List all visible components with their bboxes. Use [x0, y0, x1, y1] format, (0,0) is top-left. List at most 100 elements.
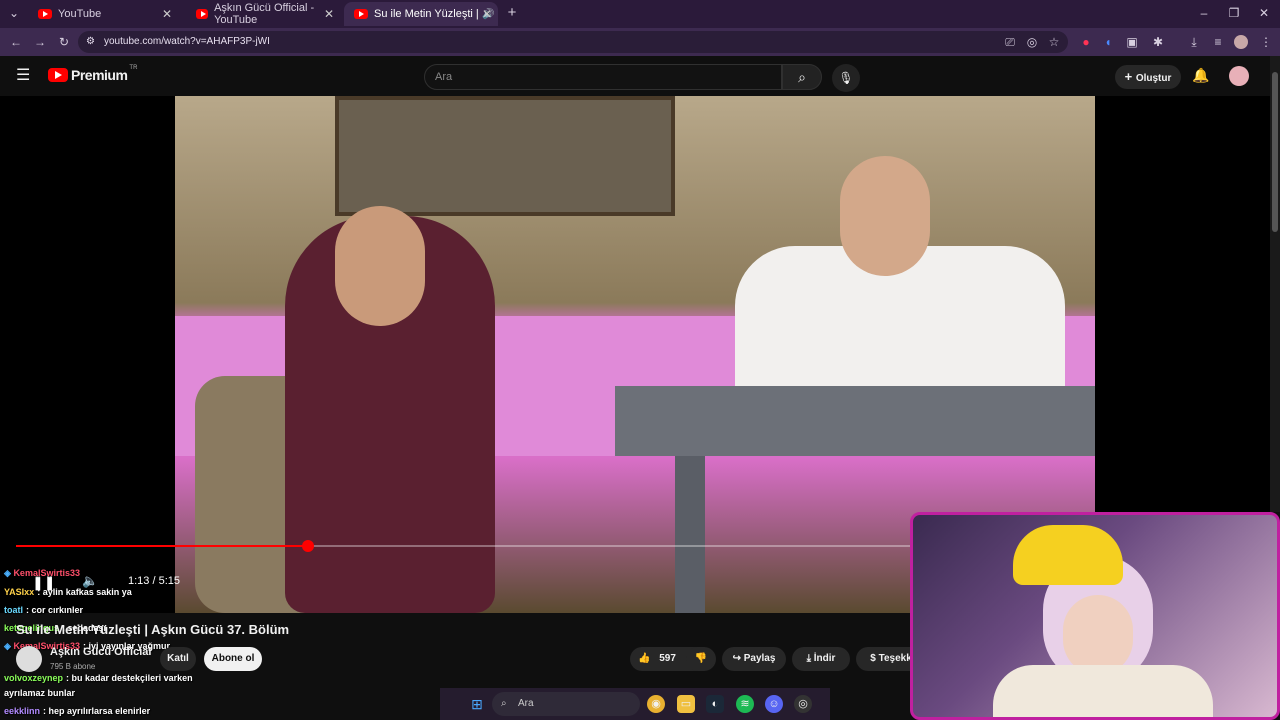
chat-username: toatl	[4, 605, 23, 615]
chat-message: toatl: cor cırkınler	[4, 605, 83, 615]
tab-label: Aşkın Gücü Official - YouTube	[214, 2, 315, 26]
chat-text: : aylin kafkas sakin ya	[37, 587, 132, 597]
obs-icon[interactable]: ◎	[794, 695, 812, 713]
menu-kebab-icon[interactable]: ⋮	[1258, 34, 1274, 50]
file-explorer-icon[interactable]: ▭	[677, 695, 695, 713]
chat-message: ayrılamaz bunlar	[4, 688, 75, 698]
webcam-person-body	[993, 665, 1213, 717]
chat-username: eekklinn	[4, 706, 41, 716]
search-icon: ⌕	[501, 698, 507, 709]
site-info-icon[interactable]: ⚙	[86, 31, 95, 53]
reload-icon[interactable]: ↻	[56, 34, 72, 50]
notifications-bell-icon[interactable]: 🔔	[1192, 67, 1209, 84]
webcam-pikachu-hat	[1013, 525, 1123, 585]
voice-search-button[interactable]: 🎙	[832, 64, 860, 92]
chat-badge-icon: ◈	[4, 568, 11, 578]
maximize-icon[interactable]: ❐	[1226, 5, 1242, 21]
search-input[interactable]: Ara	[424, 64, 782, 90]
download-label: İndir	[813, 653, 836, 664]
video-scene-mirror	[335, 96, 675, 216]
eye-off-icon[interactable]: ◎	[1024, 34, 1040, 50]
chat-message: volvoxzeynep: bu kadar destekçileri vark…	[4, 673, 193, 683]
chat-badge-icon: ◈	[4, 641, 11, 651]
chat-message: YASIxx: aylin kafkas sakin ya	[4, 587, 132, 597]
download-icon[interactable]: ⤓	[1186, 34, 1202, 50]
address-bar[interactable]: ⚙ youtube.com/watch?v=AHAFP3P-jWI	[78, 31, 1068, 53]
url-text: youtube.com/watch?v=AHAFP3P-jWI	[104, 36, 270, 47]
share-button[interactable]: ↪ Paylaş	[722, 647, 786, 671]
video-scene-person-left-head	[335, 206, 425, 326]
chat-message: eekklinn: hep ayrılırlarsa elenirler	[4, 706, 150, 716]
chat-text: ayrılamaz bunlar	[4, 688, 76, 698]
user-avatar[interactable]	[1229, 66, 1249, 86]
youtube-premium-logo[interactable]: Premium TR	[48, 65, 138, 83]
youtube-favicon-icon	[38, 9, 52, 19]
share-label: Paylaş	[743, 653, 776, 664]
subscribe-button[interactable]: Abone ol	[204, 647, 262, 671]
tab-askin-gucu[interactable]: Aşkın Gücü Official - YouTube ✕	[186, 2, 340, 26]
chrome-icon[interactable]: ◉	[647, 695, 665, 713]
extensions-puzzle-icon[interactable]: ✱	[1150, 34, 1166, 50]
chat-username: KemalSwirtis33	[13, 568, 80, 578]
spotify-icon[interactable]: ≋	[736, 695, 754, 713]
discord-icon[interactable]: ☺	[765, 695, 783, 713]
search-icon: ⌕	[798, 69, 806, 85]
chat-username: volvoxzeynep	[4, 673, 64, 683]
close-icon[interactable]: ✕	[162, 7, 172, 21]
dislike-button[interactable]: 👎	[686, 647, 716, 671]
youtube-logo-icon	[48, 68, 68, 82]
chat-text: : cor cırkınler	[26, 605, 84, 615]
channel-avatar[interactable]	[16, 646, 42, 672]
download-button[interactable]: ⤓ İndir	[792, 647, 850, 671]
page-scrollbar-thumb[interactable]	[1272, 72, 1278, 232]
browser-tab-bar: ⌄ YouTube ✕ Aşkın Gücü Official - YouTub…	[0, 0, 1280, 28]
tab-label: YouTube	[58, 8, 102, 20]
video-time: 1:13 / 5:15	[128, 575, 180, 587]
windows-start-icon[interactable]: ⊞	[468, 695, 486, 713]
thumbs-down-icon: 👎	[694, 653, 708, 664]
youtube-favicon-icon	[354, 9, 368, 19]
steam-icon[interactable]: ◐	[706, 695, 724, 713]
cast-icon[interactable]: ⎚	[1002, 34, 1018, 50]
like-count: 597	[659, 653, 676, 664]
search-button[interactable]: ⌕	[782, 64, 822, 90]
window-close-icon[interactable]: ✕	[1256, 5, 1272, 21]
close-icon[interactable]: ✕	[482, 7, 492, 21]
channel-name[interactable]: Aşkın Gücü Official	[50, 646, 151, 658]
browser-toolbar: ← → ↻ ⚙ youtube.com/watch?v=AHAFP3P-jWI …	[0, 28, 1280, 56]
video-scene-person-right-head	[840, 156, 930, 276]
minimize-icon[interactable]: –	[1196, 5, 1212, 21]
logo-region: TR	[129, 65, 138, 71]
tab-current-video[interactable]: Su ile Metin Yüzleşti | Aşkın 🔊 ✕	[344, 2, 498, 26]
extension-red-icon[interactable]: ●	[1078, 34, 1094, 50]
video-scene-table-leg	[675, 456, 705, 613]
forward-icon[interactable]: →	[32, 34, 48, 50]
profile-avatar[interactable]	[1234, 35, 1248, 49]
taskbar-search-placeholder: Ara	[518, 698, 534, 709]
taskbar-search[interactable]: ⌕ Ara	[492, 692, 640, 716]
new-tab-icon[interactable]: +	[504, 5, 520, 21]
youtube-header: ☰ Premium TR Ara ⌕ 🎙 + Oluştur 🔔	[0, 56, 1270, 96]
tab-youtube[interactable]: YouTube ✕	[28, 2, 178, 26]
hamburger-menu-icon[interactable]: ☰	[16, 68, 30, 84]
extension-tt-icon[interactable]: ▣	[1124, 34, 1140, 50]
video-scene-table	[615, 386, 1095, 456]
tab-search-icon[interactable]: ⌄	[6, 5, 22, 21]
extension-audio-icon[interactable]: ◖	[1100, 34, 1116, 50]
channel-subscribers: 795 B abone	[50, 662, 96, 671]
video-title: Su ile Metin Yüzleşti | Aşkın Gücü 37. B…	[16, 622, 290, 637]
share-icon: ↪	[732, 653, 741, 664]
video-progress-scrubber[interactable]	[302, 540, 314, 552]
streamer-webcam	[910, 512, 1280, 720]
join-button[interactable]: Katıl	[160, 647, 196, 671]
bookmark-star-icon[interactable]: ☆	[1046, 34, 1062, 50]
video-progress-fill	[16, 545, 308, 547]
chat-text: : bu kadar destekçileri varken	[66, 673, 193, 683]
create-button[interactable]: + Oluştur	[1115, 65, 1181, 89]
close-icon[interactable]: ✕	[324, 7, 334, 21]
thumbs-up-icon: 👍	[638, 653, 651, 664]
media-control-icon[interactable]: ≡	[1210, 34, 1226, 50]
thanks-label: Teşekk	[878, 653, 912, 664]
create-label: Oluştur	[1135, 73, 1172, 84]
back-icon[interactable]: ←	[8, 34, 24, 50]
